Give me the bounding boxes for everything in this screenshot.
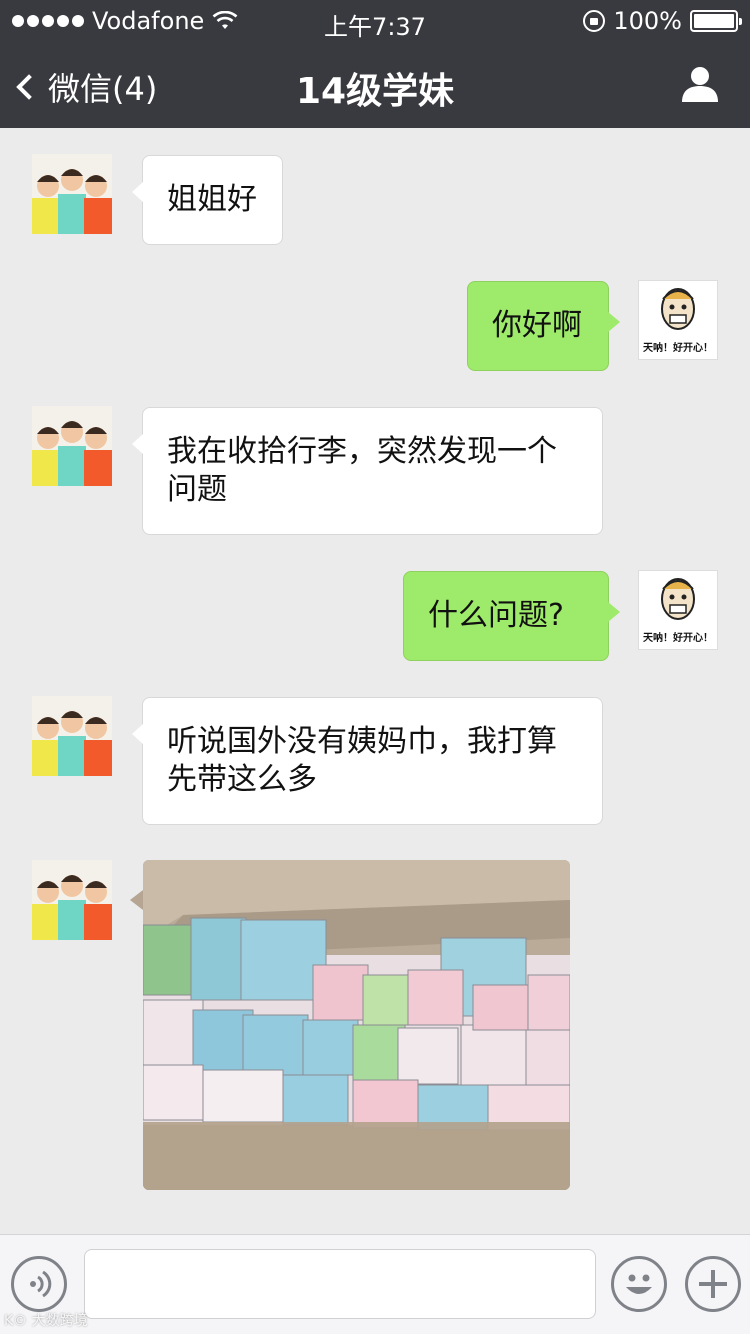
plus-icon bbox=[699, 1270, 727, 1298]
emoji-button[interactable] bbox=[611, 1256, 667, 1312]
message-bubble-self[interactable]: 你好啊 bbox=[467, 281, 620, 371]
battery-percent: 100% bbox=[613, 7, 682, 35]
chat-title: 14级学妹 bbox=[295, 71, 455, 112]
message-input[interactable] bbox=[84, 1249, 596, 1319]
message-text: 听说国外没有姨妈巾，我打算先带这么多 bbox=[167, 724, 557, 797]
sticker-caption: 天呐！好开心！ bbox=[643, 633, 713, 644]
contact-avatar[interactable] bbox=[32, 696, 112, 776]
message-bubble[interactable]: 姐姐好 bbox=[132, 155, 283, 245]
nav-bar: 微信(4) 14级学妹 bbox=[0, 40, 750, 128]
person-icon[interactable] bbox=[680, 64, 720, 104]
contact-avatar[interactable] bbox=[32, 860, 112, 940]
message-bubble-self[interactable]: 什么问题? bbox=[403, 571, 620, 661]
message-bubble[interactable]: 我在收拾行李，突然发现一个问题 bbox=[132, 407, 603, 535]
voice-icon bbox=[30, 1270, 52, 1298]
message-text: 什么问题? bbox=[428, 598, 564, 633]
message-text: 姐姐好 bbox=[167, 182, 257, 217]
self-avatar[interactable]: 天呐！好开心！ bbox=[638, 280, 718, 360]
message-bubble[interactable]: 听说国外没有姨妈巾，我打算先带这么多 bbox=[132, 697, 603, 825]
plus-button[interactable] bbox=[685, 1256, 741, 1312]
status-right: 100% bbox=[583, 7, 742, 35]
voice-button[interactable] bbox=[11, 1256, 67, 1312]
input-bar bbox=[0, 1234, 750, 1334]
message-text: 我在收拾行李，突然发现一个问题 bbox=[167, 434, 557, 507]
smiley-icon bbox=[626, 1274, 652, 1294]
battery-icon bbox=[690, 10, 742, 32]
image-message[interactable] bbox=[143, 860, 570, 1190]
self-avatar[interactable]: 天呐！好开心！ bbox=[638, 570, 718, 650]
sticker-caption: 天呐！好开心！ bbox=[643, 343, 713, 354]
rotation-lock-icon bbox=[583, 10, 606, 32]
watermark: K© 大数跨境 bbox=[4, 1313, 88, 1329]
contact-avatar[interactable] bbox=[32, 406, 112, 486]
chat-area[interactable]: 姐姐好 你好啊 天呐！好开心！ 我在收拾行李，突然发现一个问题 什么问题? 天呐… bbox=[0, 128, 750, 1234]
message-text: 你好啊 bbox=[492, 308, 582, 343]
contact-avatar[interactable] bbox=[32, 154, 112, 234]
image-bubble-pointer bbox=[130, 890, 143, 910]
status-bar: Vodafone 上午7:37 100% bbox=[0, 0, 750, 41]
